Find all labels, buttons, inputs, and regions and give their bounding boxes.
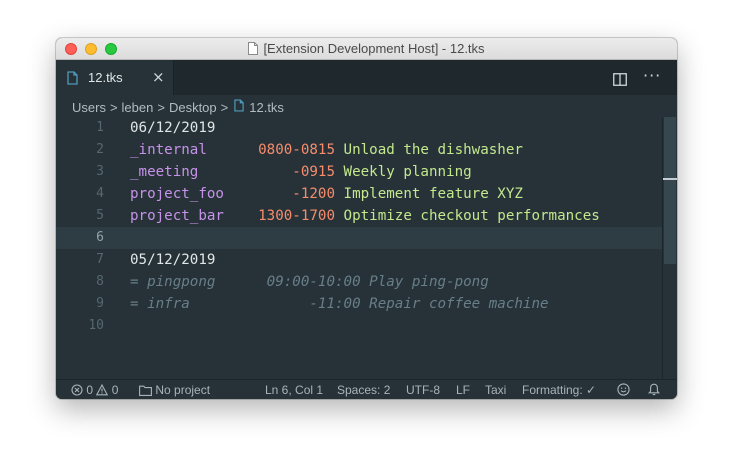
code-token: -1200 (292, 186, 336, 202)
code-token: Unload the dishwasher (335, 142, 523, 158)
tab-label: 12.tks (88, 70, 123, 85)
code-line[interactable]: 1 06/12/2019 (56, 117, 662, 139)
code-line[interactable]: 3 _meeting -0915 Weekly planning (56, 161, 662, 183)
code-token: _meeting (130, 164, 293, 180)
code-token: _internal (130, 142, 259, 158)
breadcrumb-item-desktop[interactable]: Desktop (169, 100, 217, 115)
close-tab-icon[interactable]: × (152, 68, 165, 86)
code-token: Weekly planning (335, 164, 472, 180)
code-line[interactable]: 5 project_bar 1300-1700 Optimize checkout… (56, 205, 662, 227)
cursor-overview-marker (663, 178, 677, 180)
encoding-setting[interactable]: UTF-8 (406, 382, 440, 398)
document-icon (248, 42, 259, 58)
code-token: = infra -11:00 Repair coffee machine (130, 296, 549, 312)
code-line[interactable]: 6 (56, 227, 662, 249)
line-number: 4 (96, 186, 104, 201)
line-number: 9 (96, 296, 104, 311)
smiley-icon[interactable] (617, 382, 630, 398)
window-title: [Extension Development Host] - 12.tks (56, 41, 677, 58)
breadcrumb-separator: > (109, 99, 118, 115)
line-content: 05/12/2019 (130, 249, 215, 271)
line-number: 10 (88, 318, 104, 333)
code-line[interactable]: 8 = pingpong 09:00-10:00 Play ping-pong (56, 271, 662, 293)
line-number: 1 (96, 120, 104, 135)
line-number: 3 (96, 164, 104, 179)
bell-icon[interactable] (647, 382, 661, 398)
language-mode[interactable]: Taxi (485, 382, 506, 398)
scrollbar-thumb[interactable] (664, 117, 676, 264)
line-content: _meeting -0915 Weekly planning (130, 161, 472, 183)
status-bar: 0 0 No project Ln 6, Col 1 Spaces: 2 UTF… (56, 379, 677, 399)
code-token: Implement feature XYZ (335, 186, 523, 202)
breadcrumb-item-users[interactable]: Users (72, 100, 106, 115)
code-token: = pingpong 09:00-10:00 Play ping-pong (130, 274, 489, 290)
line-number: 2 (96, 142, 104, 157)
formatting-status[interactable]: Formatting: ✓ (522, 382, 596, 398)
warning-count: 0 (111, 383, 119, 397)
file-icon (234, 99, 244, 115)
code-token: Optimize checkout performances (335, 208, 600, 224)
line-content: = pingpong 09:00-10:00 Play ping-pong (130, 271, 489, 293)
breadcrumb-item-leben[interactable]: leben (122, 100, 154, 115)
tab-bar: 12.tks × ··· (56, 60, 677, 95)
warning-icon (96, 383, 109, 397)
line-number: 7 (96, 252, 104, 267)
code-token: 05/12/2019 (130, 252, 216, 268)
line-number: 5 (96, 208, 104, 223)
folder-icon (139, 383, 152, 397)
line-content: 06/12/2019 (130, 117, 215, 139)
cursor-position[interactable]: Ln 6, Col 1 (265, 382, 323, 398)
line-number: 6 (96, 230, 104, 245)
error-icon (71, 383, 83, 397)
breadcrumb-separator: > (220, 99, 229, 115)
code-line[interactable]: 4 project_foo -1200 Implement feature XYZ (56, 183, 662, 205)
code-token: 06/12/2019 (130, 120, 216, 136)
tab-12-tks[interactable]: 12.tks × (56, 60, 174, 95)
problems-indicator[interactable]: 0 0 (71, 382, 118, 398)
file-icon (67, 70, 78, 89)
code-token: -0915 (292, 164, 336, 180)
line-content: project_bar 1300-1700 Optimize checkout … (130, 205, 600, 227)
window-title-text: [Extension Development Host] - 12.tks (263, 41, 485, 56)
line-number: 8 (96, 274, 104, 289)
code-line[interactable]: 10 (56, 315, 662, 337)
error-count: 0 (86, 383, 94, 397)
editor-window: [Extension Development Host] - 12.tks 12… (56, 38, 677, 399)
line-content: project_foo -1200 Implement feature XYZ (130, 183, 523, 205)
code-editor[interactable]: 1 06/12/2019 2 _internal 0800-0815 Unload t… (56, 117, 677, 379)
code-token: 0800-0815 (258, 142, 335, 158)
code-line[interactable]: 9 = infra -11:00 Repair coffee machine (56, 293, 662, 315)
code-token: 1300-1700 (258, 208, 335, 224)
line-content: _internal 0800-0815 Unload the dishwashe… (130, 139, 523, 161)
line-content: = infra -11:00 Repair coffee machine (130, 293, 549, 315)
code-line[interactable]: 2 _internal 0800-0815 Unload the dishwash… (56, 139, 662, 161)
eol-setting[interactable]: LF (456, 382, 470, 398)
code-token: project_bar (130, 208, 259, 224)
folder-label: No project (155, 383, 211, 397)
breadcrumb: Users > leben > Desktop > 12.tks (72, 98, 284, 116)
code-line[interactable]: 7 05/12/2019 (56, 249, 662, 271)
title-bar: [Extension Development Host] - 12.tks (56, 38, 677, 60)
indentation-setting[interactable]: Spaces: 2 (337, 382, 390, 398)
split-editor-icon[interactable] (613, 71, 627, 90)
more-actions-icon[interactable]: ··· (643, 66, 661, 85)
breadcrumb-item-file[interactable]: 12.tks (249, 100, 284, 115)
folder-indicator[interactable]: No project (139, 382, 210, 398)
code-token: project_foo (130, 186, 293, 202)
breadcrumb-separator: > (157, 99, 165, 115)
